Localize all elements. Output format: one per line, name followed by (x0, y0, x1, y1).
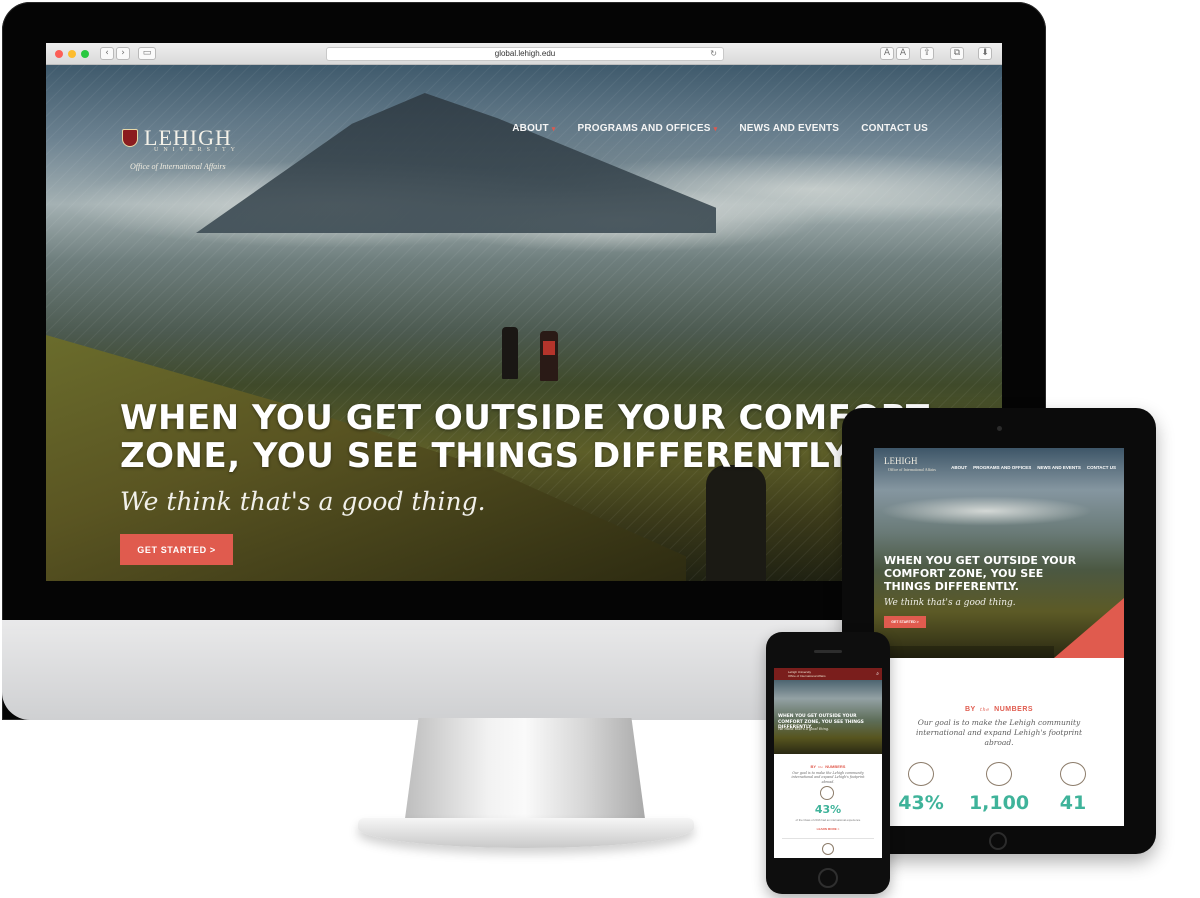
get-started-button[interactable]: GET STARTED > (120, 534, 233, 565)
phone-screen: Lehigh University Office of Internationa… (774, 668, 882, 858)
nav-item-about[interactable]: ABOUT ▾ (512, 123, 555, 137)
main-navigation: ABOUT ▾ PROGRAMS AND OFFICES ▾ NEWS AND EV… (512, 123, 928, 137)
tablet-breadcrumb-strip (874, 646, 1054, 658)
hero-headline-line: ZONE, YOU SEE THINGS DIFFERENTLY. (120, 436, 858, 476)
chevron-down-icon: ▾ (551, 126, 556, 133)
heading-word: the (980, 707, 990, 713)
phone-goal-text: Our goal is to make the Lehigh community… (791, 771, 865, 784)
heading-word: NUMBERS (994, 706, 1034, 713)
hero-mountain-backdrop (196, 93, 716, 233)
nav-label: NEWS AND EVENTS (739, 123, 840, 134)
url-text: global.lehigh.edu (494, 49, 556, 58)
download-icon[interactable]: ⬇ (978, 47, 992, 60)
heading-word: NUMBERS (825, 764, 846, 769)
heading-word: BY (810, 764, 817, 769)
tablet-home-button[interactable] (989, 832, 1007, 850)
nav-item-contact-us[interactable]: CONTACT US (861, 123, 928, 137)
forward-icon[interactable]: › (116, 47, 130, 60)
phone-device: Lehigh University Office of Internationa… (766, 632, 890, 894)
tablet-stat-countries: 41 (1059, 792, 1087, 814)
nav-item-news-and-events[interactable]: NEWS AND EVENTS (739, 123, 839, 137)
nav-label: PROGRAMS AND OFFICES (577, 123, 711, 134)
phone-stat-percent: 43% (814, 803, 842, 816)
mountain-icon (986, 762, 1012, 786)
close-window-button[interactable] (55, 50, 63, 58)
share-icon[interactable]: ⇪ (920, 47, 934, 60)
phone-speaker (814, 650, 842, 653)
tablet-camera (997, 426, 1002, 431)
tablet-nav-news[interactable]: NEWS AND EVENTS (1037, 465, 1081, 470)
search-icon[interactable]: ⌕ (876, 671, 879, 677)
tablet-nav-programs[interactable]: PROGRAMS AND OFFICES (973, 465, 1031, 470)
logo-office-name: Office of International Affairs (130, 162, 226, 171)
tablet-hero: LEHIGH Office of International Affairs A… (874, 448, 1124, 658)
sidebar-toggle-icon[interactable]: ▭ (138, 47, 156, 60)
minimize-window-button[interactable] (68, 50, 76, 58)
nav-label: ABOUT (512, 123, 549, 134)
hero-headline: WHEN YOU GET OUTSIDE YOUR COMFORT ZONE, … (120, 399, 940, 475)
phone-stat-description: of the Class of 2016 had an internationa… (795, 818, 861, 822)
hero-hiker (502, 327, 518, 379)
text-smaller-icon[interactable]: A (880, 47, 894, 60)
tablet-goal-text: Our goal is to make the Lehigh community… (915, 718, 1083, 747)
tablet-navigation: ABOUT PROGRAMS AND OFFICES NEWS AND EVEN… (951, 465, 1116, 470)
tablet-screen: LEHIGH Office of International Affairs A… (874, 448, 1124, 826)
tabs-icon[interactable]: ⧉ (950, 47, 964, 60)
heading-word: BY (964, 706, 976, 713)
tablet-headline-line: COMFORT ZONE, YOU SEE (884, 567, 1044, 580)
tablet-get-started-button[interactable]: GET STARTED > (884, 616, 926, 628)
divider (782, 838, 874, 839)
phone-home-button[interactable] (818, 868, 838, 888)
tablet-nav-contact[interactable]: CONTACT US (1087, 465, 1116, 470)
hero-tagline: We think that's a good thing. (120, 487, 486, 516)
tablet-headline-line: THINGS DIFFERENTLY. (884, 580, 1019, 593)
address-bar[interactable]: global.lehigh.edu ↻ (326, 47, 724, 61)
tablet-by-the-numbers-heading: BY the NUMBERS (874, 706, 1124, 713)
monitor-stand (404, 718, 646, 826)
hero-hiker (706, 465, 766, 581)
lehigh-shield-icon (122, 129, 138, 147)
chevron-down-icon: ▾ (713, 126, 718, 133)
tablet-headline-line: WHEN YOU GET OUTSIDE YOUR (884, 554, 1077, 567)
phone-header-subtitle: Office of International Affairs (788, 674, 826, 678)
globe-icon (908, 762, 934, 786)
browser-toolbar: ‹ › ▭ global.lehigh.edu ↻ A A ⇪ ⧉ ⬇ (46, 43, 1002, 65)
tablet-logo-subtitle: Office of International Affairs (888, 467, 936, 472)
tablet-tagline: We think that's a good thing. (884, 598, 1016, 608)
mountain-icon (822, 843, 834, 855)
tablet-nav-about[interactable]: ABOUT (951, 465, 967, 470)
heading-word: the (818, 765, 824, 769)
tablet-stat-count: 1,100 (968, 792, 1030, 814)
phone-header: Lehigh University Office of Internationa… (774, 668, 882, 680)
map-pin-icon (1060, 762, 1086, 786)
learn-more-link[interactable]: LEARN MORE > (774, 827, 882, 831)
globe-icon (820, 786, 834, 800)
monitor-stand-base (358, 818, 694, 848)
reload-icon[interactable]: ↻ (710, 48, 717, 60)
logo-subtitle: UNIVERSITY (154, 147, 240, 153)
nav-label: CONTACT US (861, 123, 928, 134)
tablet-headline: WHEN YOU GET OUTSIDE YOUR COMFORT ZONE, … (884, 554, 1114, 593)
hero-headline-line: WHEN YOU GET OUTSIDE YOUR COMFORT (120, 398, 930, 438)
back-icon[interactable]: ‹ (100, 47, 114, 60)
nav-item-programs-and-offices[interactable]: PROGRAMS AND OFFICES ▾ (578, 123, 718, 137)
tablet-accent-wedge (1054, 598, 1124, 658)
tablet-logo[interactable]: LEHIGH (884, 456, 918, 466)
phone-by-the-numbers-heading: BY the NUMBERS (774, 764, 882, 769)
tablet-stat-percent: 43% (898, 792, 944, 814)
phone-tagline: We think that's a good thing. (778, 727, 830, 731)
hero-hiker (540, 331, 558, 381)
text-larger-icon[interactable]: A (896, 47, 910, 60)
maximize-window-button[interactable] (81, 50, 89, 58)
